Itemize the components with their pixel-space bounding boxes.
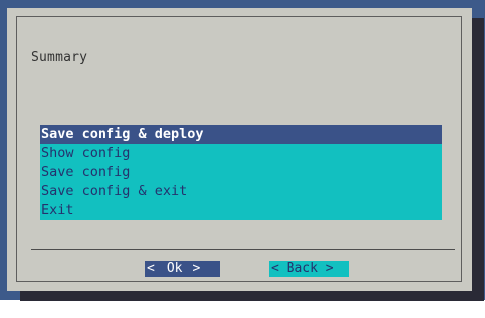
menu-item-save-config-deploy[interactable]: Save config & deploy (40, 125, 442, 144)
ok-button[interactable]: < Ok > (145, 261, 220, 277)
ok-left-arrow-icon: < (147, 261, 155, 276)
menu-item-exit[interactable]: Exit (40, 201, 442, 220)
screen-bottom-band (0, 300, 485, 318)
menu-item-show-config[interactable]: Show config (40, 144, 442, 163)
menu-list: Save config & deploy Show config Save co… (40, 125, 442, 220)
summary-dialog: Summary Save config & deploy Show config… (7, 8, 472, 291)
dialog-title: Summary (31, 50, 88, 65)
menu-item-save-config-exit[interactable]: Save config & exit (40, 182, 442, 201)
back-button-label: Back (286, 261, 318, 276)
button-separator (31, 249, 455, 250)
back-left-arrow-icon: < (271, 261, 279, 276)
back-right-arrow-icon: > (325, 261, 334, 276)
menu-item-save-config[interactable]: Save config (40, 163, 442, 182)
back-button[interactable]: < Back > (269, 261, 349, 277)
ok-right-arrow-icon: > (192, 261, 201, 276)
ok-button-label: Ok (166, 261, 183, 276)
